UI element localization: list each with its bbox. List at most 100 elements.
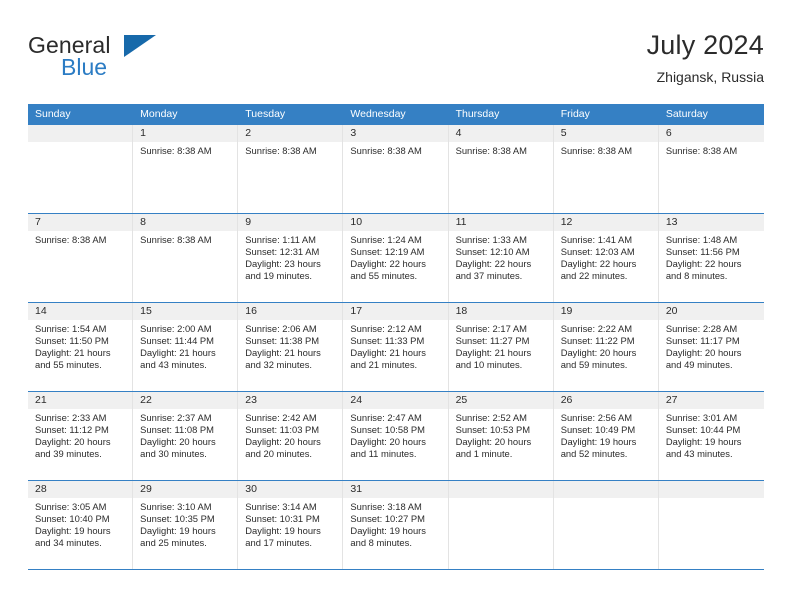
day-cell[interactable]: 21 Sunrise: 2:33 AM Sunset: 11:12 PM Daylig… xyxy=(28,392,134,480)
day-info-line: and 37 minutes. xyxy=(455,269,523,281)
day-info-line: Daylight: 20 hours xyxy=(455,435,532,447)
day-cell[interactable]: 3 Sunrise: 8:38 AM xyxy=(343,125,449,213)
day-number xyxy=(658,481,764,498)
brand-logo[interactable]: General Blue xyxy=(28,28,218,88)
day-cell[interactable]: 10 Sunrise: 1:24 AM Sunset: 12:19 AM Daylig… xyxy=(343,214,449,302)
day-number: 6 xyxy=(658,125,764,142)
day-info-line: Sunrise: 1:48 AM xyxy=(665,234,738,245)
day-cell[interactable]: 30 Sunrise: 3:14 AM Sunset: 10:31 PM Daylig… xyxy=(238,481,344,569)
day-cell[interactable]: 18 Sunrise: 2:17 AM Sunset: 11:27 PM Daylig… xyxy=(448,303,554,391)
day-cell[interactable]: 28 Sunrise: 3:05 AM Sunset: 10:40 PM Daylig… xyxy=(28,481,134,569)
day-info-line: Sunrise: 2:52 AM xyxy=(455,412,527,423)
day-cell[interactable]: 22 Sunrise: 2:37 AM Sunset: 11:08 PM Daylig… xyxy=(133,392,239,480)
day-cell[interactable]: 23 Sunrise: 2:42 AM Sunset: 11:03 PM Daylig… xyxy=(238,392,344,480)
day-number: 7 xyxy=(28,214,133,231)
day-cell[interactable]: 1 Sunrise: 8:38 AM xyxy=(133,125,239,213)
day-info-line: Sunset: 11:50 PM xyxy=(35,334,109,346)
day-info-line: and 55 minutes. xyxy=(35,358,102,370)
day-cell[interactable]: 5 Sunrise: 8:38 AM xyxy=(553,125,659,213)
day-info-line: and 17 minutes. xyxy=(245,536,312,548)
day-cell-empty xyxy=(28,125,134,213)
day-info-line: Daylight: 19 hours xyxy=(350,524,426,536)
day-info: Sunrise: 2:33 AM Sunset: 11:12 PM Daylight… xyxy=(28,409,132,460)
day-number: 30 xyxy=(238,481,343,498)
day-info-line: and 19 minutes. xyxy=(245,269,312,281)
day-cell[interactable]: 8 Sunrise: 8:38 AM xyxy=(133,214,239,302)
day-info: Sunrise: 1:48 AM Sunset: 11:56 PM Daylight… xyxy=(659,231,764,282)
day-info: Sunrise: 1:11 AM Sunset: 12:31 AM Daylight… xyxy=(238,231,342,282)
day-info-line: Sunrise: 2:37 AM xyxy=(140,412,212,423)
day-cell[interactable]: 14 Sunrise: 1:54 AM Sunset: 11:50 PM Daylig… xyxy=(28,303,134,391)
day-info-line: Daylight: 20 hours xyxy=(665,346,742,358)
day-info: Sunrise: 8:38 AM xyxy=(659,142,764,157)
day-number: 13 xyxy=(658,214,764,231)
day-info-line: Sunset: 11:27 PM xyxy=(455,334,530,346)
day-cell[interactable]: 12 Sunrise: 1:41 AM Sunset: 12:03 AM Daylig… xyxy=(553,214,659,302)
day-info-line: Sunset: 12:19 AM xyxy=(350,245,425,257)
day-cell[interactable]: 20 Sunrise: 2:28 AM Sunset: 11:17 PM Daylig… xyxy=(658,303,764,391)
day-info-line: and 10 minutes. xyxy=(455,358,523,370)
day-info-line: Sunrise: 3:05 AM xyxy=(35,501,107,512)
day-cell[interactable]: 31 Sunrise: 3:18 AM Sunset: 10:27 PM Daylig… xyxy=(343,481,449,569)
weekday-header-wednesday: Wednesday xyxy=(350,108,406,120)
day-cell[interactable]: 25 Sunrise: 2:52 AM Sunset: 10:53 PM Daylig… xyxy=(448,392,554,480)
day-info-line: Sunrise: 2:42 AM xyxy=(245,412,317,423)
grid-bottom-border xyxy=(28,569,764,570)
day-info-line: Daylight: 19 hours xyxy=(665,435,742,447)
day-cell[interactable]: 4 Sunrise: 8:38 AM xyxy=(448,125,554,213)
day-info-line: Daylight: 21 hours xyxy=(245,346,321,358)
day-info: Sunrise: 2:52 AM Sunset: 10:53 PM Daylight… xyxy=(449,409,553,460)
calendar-week-row: 14 Sunrise: 1:54 AM Sunset: 11:50 PM Daylig… xyxy=(28,302,764,391)
day-cell[interactable]: 16 Sunrise: 2:06 AM Sunset: 11:38 PM Daylig… xyxy=(238,303,344,391)
weekday-header-saturday: Saturday xyxy=(665,108,708,120)
day-cell[interactable]: 7 Sunrise: 8:38 AM xyxy=(28,214,134,302)
day-info-line: and 30 minutes. xyxy=(140,447,207,459)
day-info-line: Sunrise: 8:38 AM xyxy=(245,145,317,156)
day-number: 3 xyxy=(343,125,448,142)
day-info xyxy=(28,142,132,145)
day-info-line: Sunrise: 8:38 AM xyxy=(35,234,107,245)
day-number: 31 xyxy=(343,481,448,498)
day-cell[interactable]: 9 Sunrise: 1:11 AM Sunset: 12:31 AM Dayligh… xyxy=(238,214,344,302)
day-info-line: Daylight: 22 hours xyxy=(665,257,742,269)
day-cell[interactable]: 11 Sunrise: 1:33 AM Sunset: 12:10 AM Daylig… xyxy=(448,214,554,302)
day-info: Sunrise: 2:37 AM Sunset: 11:08 PM Daylight… xyxy=(133,409,237,460)
day-info-line: Sunrise: 2:56 AM xyxy=(560,412,633,423)
day-number: 19 xyxy=(553,303,658,320)
day-info-line: Sunset: 11:33 PM xyxy=(350,334,425,346)
day-cell[interactable]: 6 Sunrise: 8:38 AM xyxy=(658,125,764,213)
day-cell[interactable]: 17 Sunrise: 2:12 AM Sunset: 11:33 PM Daylig… xyxy=(343,303,449,391)
day-cell[interactable]: 29 Sunrise: 3:10 AM Sunset: 10:35 PM Daylig… xyxy=(133,481,239,569)
weekday-header-row: Sunday Monday Tuesday Wednesday Thursday Frid… xyxy=(28,104,764,125)
day-info: Sunrise: 8:38 AM xyxy=(238,142,342,157)
day-number: 28 xyxy=(28,481,133,498)
day-info: Sunrise: 3:01 AM Sunset: 10:44 PM Daylight… xyxy=(659,409,764,460)
day-cell-empty xyxy=(658,481,764,569)
day-info: Sunrise: 2:42 AM Sunset: 11:03 PM Daylight… xyxy=(238,409,342,460)
calendar-week-row: 7 Sunrise: 8:38 AM 8 Sunrise: 8:38 AM 9 Sunri… xyxy=(28,213,764,302)
day-number: 16 xyxy=(238,303,343,320)
day-number xyxy=(28,125,133,142)
day-number: 22 xyxy=(133,392,238,409)
day-info-line: and 8 minutes. xyxy=(665,269,728,281)
day-cell[interactable]: 2 Sunrise: 8:38 AM xyxy=(238,125,344,213)
day-number: 1 xyxy=(133,125,238,142)
day-cell[interactable]: 26 Sunrise: 2:56 AM Sunset: 10:49 PM Daylig… xyxy=(553,392,659,480)
day-info: Sunrise: 3:18 AM Sunset: 10:27 PM Daylight… xyxy=(343,498,447,549)
day-info-line: Sunrise: 2:17 AM xyxy=(455,323,527,334)
day-cell[interactable]: 15 Sunrise: 2:00 AM Sunset: 11:44 PM Daylig… xyxy=(133,303,239,391)
day-info: Sunrise: 8:38 AM xyxy=(449,142,553,157)
day-cell[interactable]: 27 Sunrise: 3:01 AM Sunset: 10:44 PM Daylig… xyxy=(658,392,764,480)
day-info-line: and 8 minutes. xyxy=(350,536,412,548)
day-info: Sunrise: 2:12 AM Sunset: 11:33 PM Daylight… xyxy=(343,320,447,371)
day-info-line: Sunrise: 2:47 AM xyxy=(350,412,422,423)
day-number: 23 xyxy=(238,392,343,409)
weekday-header-friday: Friday xyxy=(560,108,590,120)
day-cell[interactable]: 13 Sunrise: 1:48 AM Sunset: 11:56 PM Daylig… xyxy=(658,214,764,302)
day-info-line: Sunset: 10:35 PM xyxy=(140,512,215,524)
day-cell[interactable]: 19 Sunrise: 2:22 AM Sunset: 11:22 PM Daylig… xyxy=(553,303,659,391)
day-info-line: and 52 minutes. xyxy=(560,447,628,459)
day-cell[interactable]: 24 Sunrise: 2:47 AM Sunset: 10:58 PM Daylig… xyxy=(343,392,449,480)
day-info-line: Sunset: 10:44 PM xyxy=(665,423,741,435)
day-info-line: Sunrise: 8:38 AM xyxy=(140,145,212,156)
